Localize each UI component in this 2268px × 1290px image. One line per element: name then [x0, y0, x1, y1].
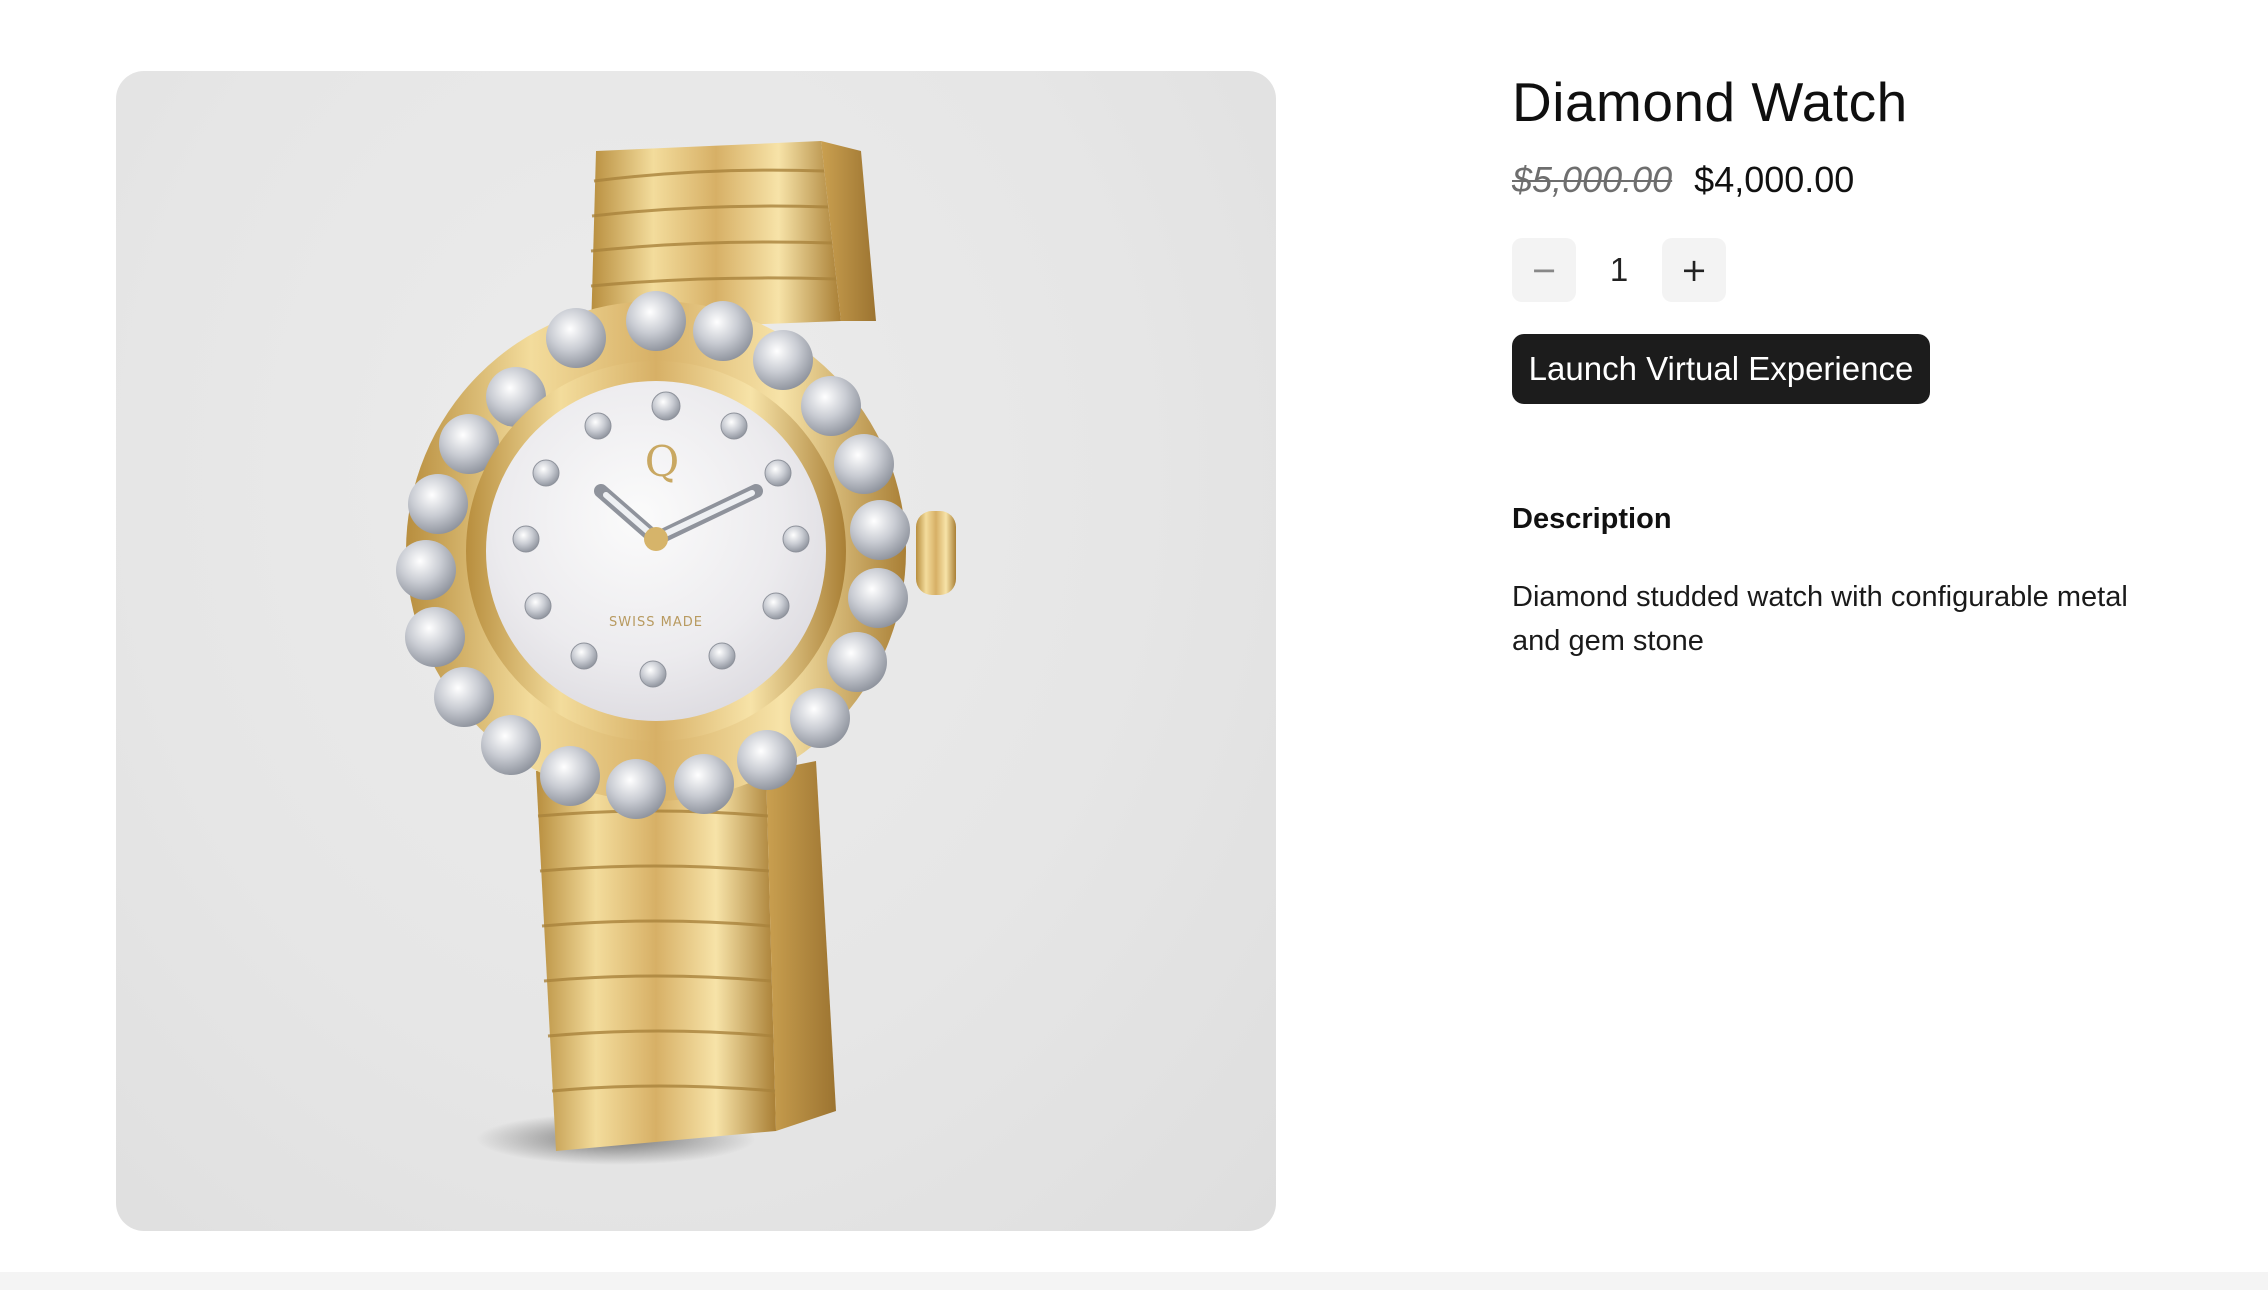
dial-logo: Q [645, 437, 679, 486]
description-heading: Description [1512, 503, 1672, 535]
dial-text: SWISS MADE [609, 615, 703, 630]
product-title: Diamond Watch [1512, 71, 1908, 133]
product-info: Diamond Watch $5,000.00 $4,000.00 − 1 + … [1512, 0, 2212, 1290]
increment-button[interactable]: + [1662, 238, 1726, 302]
sale-price: $4,000.00 [1694, 159, 1855, 200]
price-row: $5,000.00 $4,000.00 [1512, 158, 1854, 202]
launch-virtual-experience-button[interactable]: Launch Virtual Experience [1512, 334, 1930, 404]
decrement-button[interactable]: − [1512, 238, 1576, 302]
quantity-value: 1 [1609, 251, 1629, 288]
quantity-stepper: − 1 + [1512, 238, 1812, 302]
description-text: Diamond studded watch with configurable … [1512, 581, 2128, 657]
product-image: Q SWISS MADE [116, 71, 1276, 1231]
original-price: $5,000.00 [1512, 159, 1673, 200]
watch-illustration: Q SWISS MADE [396, 141, 956, 1165]
